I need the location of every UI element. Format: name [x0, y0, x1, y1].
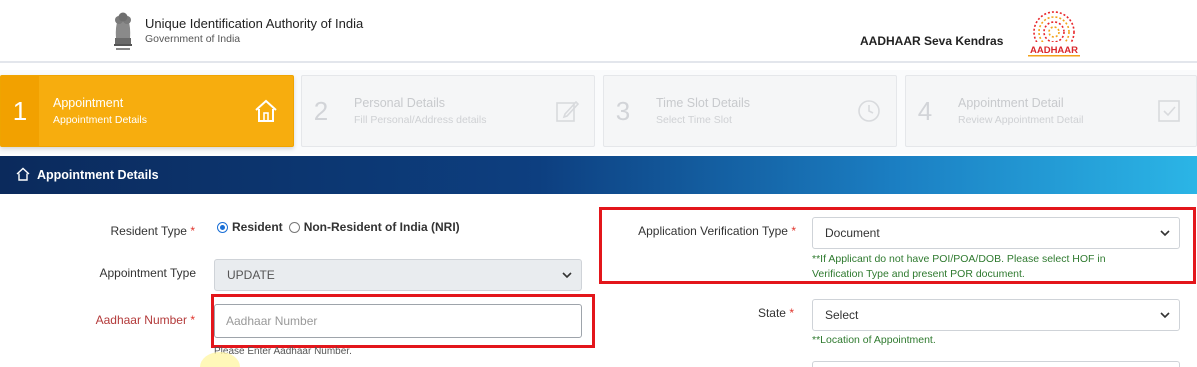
step-title: Time Slot Details: [656, 96, 751, 110]
edit-icon: [556, 100, 580, 122]
appointment-type-select[interactable]: UPDATE: [214, 259, 582, 291]
verification-hint-line1: **If Applicant do not have POI/POA/DOB. …: [812, 253, 1106, 265]
radio-nri-label[interactable]: Non-Resident of India (NRI): [304, 220, 460, 234]
home-icon: [16, 167, 30, 181]
step-appointment[interactable]: 1 Appointment Appointment Details: [0, 75, 294, 147]
next-select-field[interactable]: [812, 361, 1180, 367]
radio-nri[interactable]: [288, 221, 300, 233]
aadhaar-number-input[interactable]: Aadhaar Number: [214, 304, 582, 338]
step-number: 4: [917, 95, 933, 126]
required-mark: *: [190, 313, 195, 327]
site-header: Unique Identification Authority of India…: [0, 0, 1197, 63]
aadhaar-hint: Please Enter Aadhaar Number.: [214, 346, 352, 357]
section-banner: Appointment Details: [0, 156, 1197, 194]
section-title: Appointment Details: [37, 168, 159, 182]
select-value: Select: [825, 308, 859, 322]
home-icon: [255, 99, 277, 122]
required-mark: *: [789, 306, 794, 320]
step-title: Appointment Detail: [958, 96, 1064, 110]
progress-stepper: 1 Appointment Appointment Details 2 Pers…: [0, 70, 1197, 154]
state-label: State *: [700, 306, 794, 320]
select-value: Document: [825, 226, 880, 240]
radio-resident[interactable]: [217, 221, 228, 233]
step-number: 1: [1, 76, 39, 146]
step-subtitle: Fill Personal/Address details: [354, 114, 487, 126]
check-icon: [1158, 100, 1180, 122]
label-text: Application Verification Type: [638, 224, 788, 238]
select-value: UPDATE: [227, 268, 275, 282]
chevron-down-icon: [562, 272, 572, 279]
chevron-down-icon: [1160, 230, 1170, 237]
step-personal-details[interactable]: 2 Personal Details Fill Personal/Address…: [301, 75, 595, 147]
step-subtitle: Appointment Details: [53, 114, 147, 126]
required-mark: *: [190, 224, 195, 238]
step-subtitle: Review Appointment Detail: [958, 114, 1084, 126]
label-text: Resident Type: [110, 224, 187, 238]
emblem-icon: [114, 12, 132, 50]
radio-resident-label[interactable]: Resident: [232, 220, 283, 234]
step-number: 3: [615, 95, 631, 126]
seva-kendras-label: AADHAAR Seva Kendras: [860, 34, 1004, 48]
aadhaar-logo-text: AADHAAR: [1030, 45, 1078, 56]
clock-icon: [858, 100, 880, 122]
verification-type-select[interactable]: Document: [812, 217, 1180, 249]
step-title: Appointment: [53, 96, 124, 110]
state-select[interactable]: Select: [812, 299, 1180, 331]
step-title: Personal Details: [354, 96, 446, 110]
resident-type-label: Resident Type *: [60, 224, 195, 238]
appointment-type-label: Appointment Type: [99, 266, 196, 280]
verification-type-label: Application Verification Type *: [610, 224, 796, 238]
org-name: Unique Identification Authority of India: [145, 16, 364, 31]
input-placeholder: Aadhaar Number: [226, 314, 318, 328]
label-text: State: [757, 306, 786, 320]
verification-hint-line2: Verification Type and present POR docume…: [812, 268, 1025, 280]
step-number: 2: [313, 95, 329, 126]
resident-type-radio-group: Resident Non-Resident of India (NRI): [217, 220, 466, 234]
required-mark: *: [791, 224, 796, 238]
step-time-slot[interactable]: 3 Time Slot Details Select Time Slot: [603, 75, 897, 147]
aadhaar-number-label: Aadhaar Number *: [60, 313, 195, 327]
page: Unique Identification Authority of India…: [0, 0, 1197, 367]
label-text: Aadhaar Number: [95, 313, 187, 327]
state-hint: **Location of Appointment.: [812, 334, 936, 346]
org-subtitle: Government of India: [145, 33, 241, 45]
step-appointment-detail[interactable]: 4 Appointment Detail Review Appointment …: [905, 75, 1197, 147]
step-subtitle: Select Time Slot: [656, 114, 732, 126]
aadhaar-logo: AADHAAR: [1028, 11, 1080, 57]
chevron-down-icon: [1160, 312, 1170, 319]
